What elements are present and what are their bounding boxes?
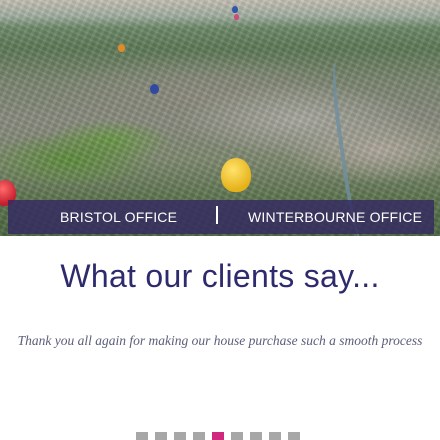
testimonials-title: What our clients say...	[60, 258, 380, 294]
testimonial-slider-dots	[136, 432, 300, 440]
hot-air-balloon	[232, 6, 238, 13]
slider-dot[interactable]	[269, 432, 281, 440]
hot-air-balloon	[221, 158, 251, 192]
slider-dot[interactable]	[155, 432, 167, 440]
slider-dot[interactable]	[174, 432, 186, 440]
winterbourne-office-link[interactable]: WINTERBOURNE OFFICE	[248, 209, 422, 225]
hot-air-balloon	[150, 84, 159, 94]
office-links-bar: BRISTOL OFFICE WINTERBOURNE OFFICE	[8, 200, 434, 234]
hot-air-balloon	[234, 14, 239, 20]
slider-dot[interactable]	[250, 432, 262, 440]
hot-air-balloon	[118, 44, 125, 52]
testimonial-quote: Thank you all again for making our house…	[17, 333, 423, 348]
hero-city-image: BRISTOL OFFICE WINTERBOURNE OFFICE	[0, 0, 440, 236]
slider-dot[interactable]	[136, 432, 148, 440]
office-divider	[216, 206, 218, 224]
slider-dot[interactable]	[288, 432, 300, 440]
slider-dot[interactable]	[212, 432, 224, 440]
bristol-office-link[interactable]: BRISTOL OFFICE	[60, 209, 177, 225]
slider-dot[interactable]	[193, 432, 205, 440]
slider-dot[interactable]	[231, 432, 243, 440]
